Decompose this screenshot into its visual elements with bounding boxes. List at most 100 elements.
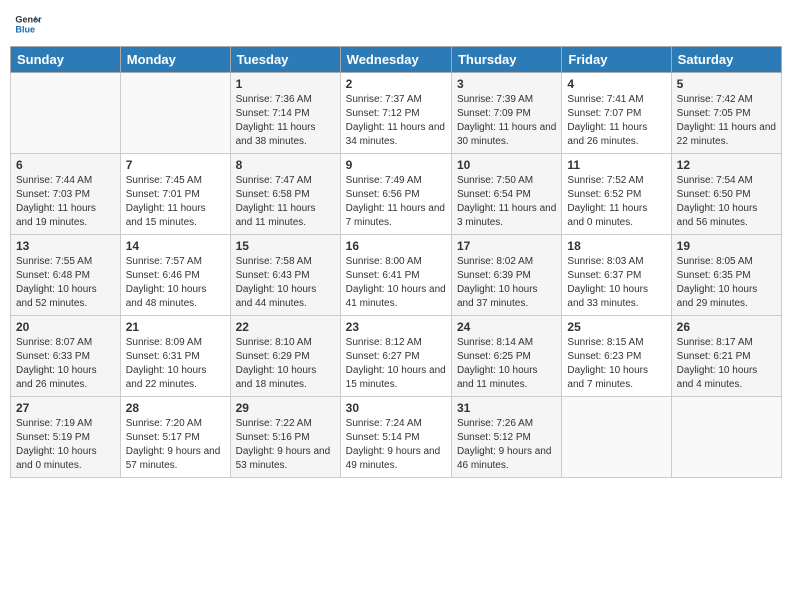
day-number: 29 [236, 401, 335, 415]
calendar-cell [562, 397, 671, 478]
calendar-cell: 2 Sunrise: 7:37 AM Sunset: 7:12 PM Daylig… [340, 73, 451, 154]
day-info: Sunrise: 7:39 AM Sunset: 7:09 PM Dayligh… [457, 93, 556, 149]
page-header: General Blue [10, 10, 782, 38]
calendar-cell: 28 Sunrise: 7:20 AM Sunset: 5:17 PM Dayli… [120, 397, 230, 478]
calendar-cell: 8Sunrise: 7:47 AM Sunset: 6:58 PM Daylig… [230, 154, 340, 235]
day-number: 30 [346, 401, 446, 415]
day-info: Sunrise: 7:47 AM Sunset: 6:58 PM Dayligh… [236, 174, 335, 230]
day-number: 22 [236, 320, 335, 334]
day-info: Sunrise: 7:41 AM Sunset: 7:07 PM Dayligh… [567, 93, 665, 149]
day-info: Sunrise: 8:00 AM Sunset: 6:41 PM Dayligh… [346, 255, 446, 311]
day-number: 5 [677, 77, 776, 91]
calendar-cell: 3 Sunrise: 7:39 AM Sunset: 7:09 PM Daylig… [451, 73, 561, 154]
day-number: 27 [16, 401, 115, 415]
day-number: 23 [346, 320, 446, 334]
day-info: Sunrise: 8:07 AM Sunset: 6:33 PM Dayligh… [16, 336, 115, 392]
calendar-cell: 21Sunrise: 8:09 AM Sunset: 6:31 PM Dayli… [120, 316, 230, 397]
calendar-cell: 10 Sunrise: 7:50 AM Sunset: 6:54 PM Dayli… [451, 154, 561, 235]
day-info: Sunrise: 7:22 AM Sunset: 5:16 PM Dayligh… [236, 417, 335, 473]
calendar-header-row: SundayMondayTuesdayWednesdayThursdayFrid… [11, 47, 782, 73]
day-number: 26 [677, 320, 776, 334]
calendar-cell: 23 Sunrise: 8:12 AM Sunset: 6:27 PM Dayli… [340, 316, 451, 397]
day-number: 15 [236, 239, 335, 253]
day-number: 28 [126, 401, 225, 415]
weekday-header-sunday: Sunday [11, 47, 121, 73]
day-number: 10 [457, 158, 556, 172]
day-number: 20 [16, 320, 115, 334]
day-info: Sunrise: 8:03 AM Sunset: 6:37 PM Dayligh… [567, 255, 665, 311]
calendar-cell: 20 Sunrise: 8:07 AM Sunset: 6:33 PM Dayli… [11, 316, 121, 397]
day-number: 4 [567, 77, 665, 91]
calendar-cell [671, 397, 781, 478]
calendar-cell: 5 Sunrise: 7:42 AM Sunset: 7:05 PM Daylig… [671, 73, 781, 154]
svg-text:Blue: Blue [15, 24, 35, 34]
calendar-cell: 1Sunrise: 7:36 AM Sunset: 7:14 PM Daylig… [230, 73, 340, 154]
day-number: 3 [457, 77, 556, 91]
day-number: 14 [126, 239, 225, 253]
day-info: Sunrise: 7:49 AM Sunset: 6:56 PM Dayligh… [346, 174, 446, 230]
calendar-cell: 9Sunrise: 7:49 AM Sunset: 6:56 PM Daylig… [340, 154, 451, 235]
day-number: 12 [677, 158, 776, 172]
day-number: 13 [16, 239, 115, 253]
day-info: Sunrise: 7:37 AM Sunset: 7:12 PM Dayligh… [346, 93, 446, 149]
day-info: Sunrise: 7:57 AM Sunset: 6:46 PM Dayligh… [126, 255, 225, 311]
day-info: Sunrise: 7:19 AM Sunset: 5:19 PM Dayligh… [16, 417, 115, 473]
day-number: 7 [126, 158, 225, 172]
calendar-cell: 11 Sunrise: 7:52 AM Sunset: 6:52 PM Dayli… [562, 154, 671, 235]
calendar-cell: 31 Sunrise: 7:26 AM Sunset: 5:12 PM Dayli… [451, 397, 561, 478]
weekday-header-wednesday: Wednesday [340, 47, 451, 73]
day-info: Sunrise: 7:50 AM Sunset: 6:54 PM Dayligh… [457, 174, 556, 230]
calendar-cell: 13 Sunrise: 7:55 AM Sunset: 6:48 PM Dayli… [11, 235, 121, 316]
calendar-cell [11, 73, 121, 154]
calendar-cell: 4 Sunrise: 7:41 AM Sunset: 7:07 PM Daylig… [562, 73, 671, 154]
day-info: Sunrise: 7:54 AM Sunset: 6:50 PM Dayligh… [677, 174, 776, 230]
day-info: Sunrise: 7:26 AM Sunset: 5:12 PM Dayligh… [457, 417, 556, 473]
day-info: Sunrise: 7:52 AM Sunset: 6:52 PM Dayligh… [567, 174, 665, 230]
logo: General Blue [14, 10, 46, 38]
day-number: 19 [677, 239, 776, 253]
calendar-cell [120, 73, 230, 154]
calendar-cell: 15 Sunrise: 7:58 AM Sunset: 6:43 PM Dayli… [230, 235, 340, 316]
week-row-4: 20 Sunrise: 8:07 AM Sunset: 6:33 PM Dayli… [11, 316, 782, 397]
day-info: Sunrise: 8:02 AM Sunset: 6:39 PM Dayligh… [457, 255, 556, 311]
day-info: Sunrise: 7:44 AM Sunset: 7:03 PM Dayligh… [16, 174, 115, 230]
calendar-cell: 6 Sunrise: 7:44 AM Sunset: 7:03 PM Daylig… [11, 154, 121, 235]
day-number: 31 [457, 401, 556, 415]
calendar-cell: 14 Sunrise: 7:57 AM Sunset: 6:46 PM Dayli… [120, 235, 230, 316]
calendar-cell: 26 Sunrise: 8:17 AM Sunset: 6:21 PM Dayli… [671, 316, 781, 397]
day-info: Sunrise: 8:12 AM Sunset: 6:27 PM Dayligh… [346, 336, 446, 392]
logo-icon: General Blue [14, 10, 42, 38]
calendar-cell: 22 Sunrise: 8:10 AM Sunset: 6:29 PM Dayli… [230, 316, 340, 397]
calendar-cell: 19Sunrise: 8:05 AM Sunset: 6:35 PM Dayli… [671, 235, 781, 316]
calendar-cell: 24 Sunrise: 8:14 AM Sunset: 6:25 PM Dayli… [451, 316, 561, 397]
day-info: Sunrise: 8:15 AM Sunset: 6:23 PM Dayligh… [567, 336, 665, 392]
day-number: 2 [346, 77, 446, 91]
week-row-2: 6 Sunrise: 7:44 AM Sunset: 7:03 PM Daylig… [11, 154, 782, 235]
week-row-5: 27 Sunrise: 7:19 AM Sunset: 5:19 PM Dayli… [11, 397, 782, 478]
calendar-cell: 18Sunrise: 8:03 AM Sunset: 6:37 PM Dayli… [562, 235, 671, 316]
calendar-cell: 25 Sunrise: 8:15 AM Sunset: 6:23 PM Dayli… [562, 316, 671, 397]
day-info: Sunrise: 8:17 AM Sunset: 6:21 PM Dayligh… [677, 336, 776, 392]
day-number: 6 [16, 158, 115, 172]
day-info: Sunrise: 7:20 AM Sunset: 5:17 PM Dayligh… [126, 417, 225, 473]
calendar-cell: 17Sunrise: 8:02 AM Sunset: 6:39 PM Dayli… [451, 235, 561, 316]
weekday-header-monday: Monday [120, 47, 230, 73]
calendar-cell: 16 Sunrise: 8:00 AM Sunset: 6:41 PM Dayli… [340, 235, 451, 316]
day-number: 11 [567, 158, 665, 172]
day-number: 24 [457, 320, 556, 334]
day-info: Sunrise: 8:14 AM Sunset: 6:25 PM Dayligh… [457, 336, 556, 392]
day-info: Sunrise: 8:10 AM Sunset: 6:29 PM Dayligh… [236, 336, 335, 392]
day-info: Sunrise: 7:45 AM Sunset: 7:01 PM Dayligh… [126, 174, 225, 230]
day-number: 25 [567, 320, 665, 334]
day-info: Sunrise: 7:58 AM Sunset: 6:43 PM Dayligh… [236, 255, 335, 311]
day-number: 16 [346, 239, 446, 253]
calendar-cell: 29 Sunrise: 7:22 AM Sunset: 5:16 PM Dayli… [230, 397, 340, 478]
week-row-1: 1Sunrise: 7:36 AM Sunset: 7:14 PM Daylig… [11, 73, 782, 154]
weekday-header-tuesday: Tuesday [230, 47, 340, 73]
day-info: Sunrise: 8:09 AM Sunset: 6:31 PM Dayligh… [126, 336, 225, 392]
calendar-cell: 12 Sunrise: 7:54 AM Sunset: 6:50 PM Dayli… [671, 154, 781, 235]
day-info: Sunrise: 7:55 AM Sunset: 6:48 PM Dayligh… [16, 255, 115, 311]
weekday-header-thursday: Thursday [451, 47, 561, 73]
day-info: Sunrise: 7:36 AM Sunset: 7:14 PM Dayligh… [236, 93, 335, 149]
day-info: Sunrise: 7:42 AM Sunset: 7:05 PM Dayligh… [677, 93, 776, 149]
